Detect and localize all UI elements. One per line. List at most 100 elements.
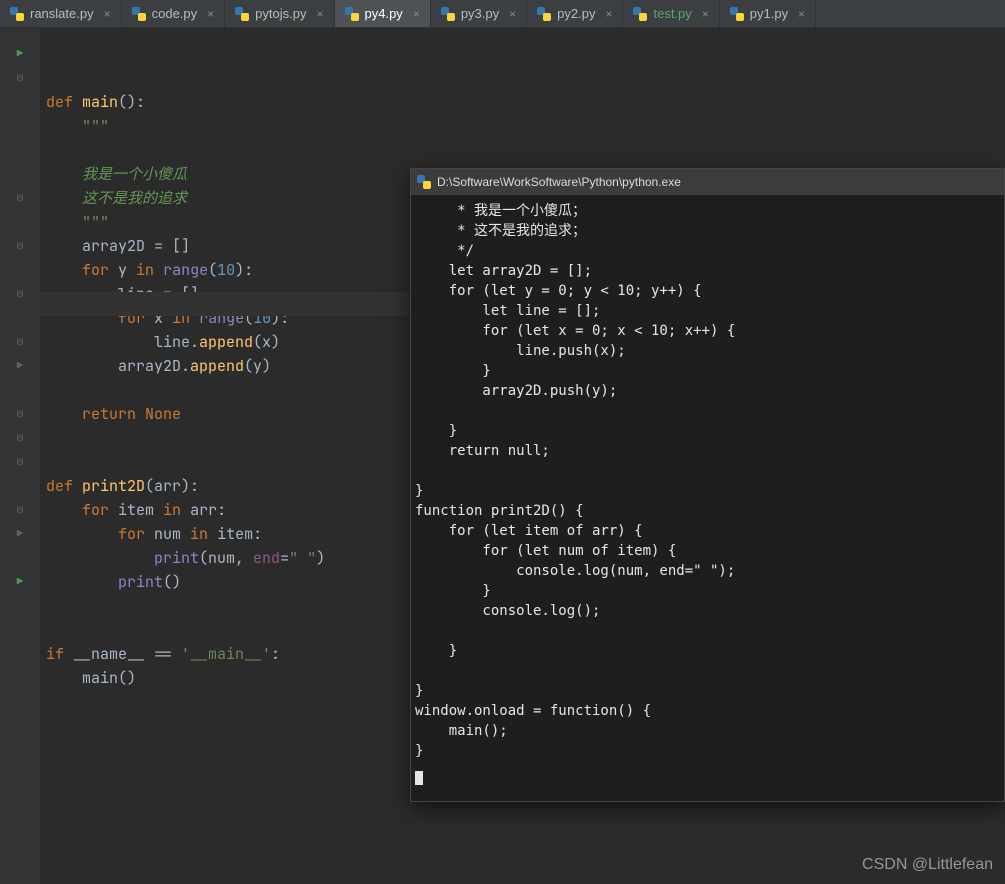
console-titlebar[interactable]: D:\Software\WorkSoftware\Python\python.e… [411, 169, 1004, 195]
fold-closed-icon[interactable]: ▶ [0, 354, 40, 378]
code-token: ) [316, 548, 325, 568]
code-token: : [271, 644, 280, 664]
code-token [46, 572, 118, 592]
close-icon[interactable]: × [207, 7, 214, 21]
fold-icon[interactable]: ⊟ [0, 402, 40, 426]
tab-pytojs[interactable]: pytojs.py × [225, 0, 334, 27]
code-token: ( [208, 260, 217, 280]
python-icon [10, 7, 24, 21]
code-token: main() [46, 668, 136, 688]
fold-end-icon[interactable]: ⊟ [0, 330, 40, 354]
tab-label: test.py [653, 6, 691, 21]
tab-py4[interactable]: py4.py × [335, 0, 431, 27]
code-token: num [154, 524, 190, 544]
gutter: ▶ ⊟ ⊟ ⊟ ⊟ ⊟ ▶ ⊟ ⊟ ⊟ ⊟ ▶ ▶ [0, 28, 40, 884]
fold-closed-icon[interactable]: ▶ [0, 522, 40, 546]
close-icon[interactable]: × [104, 7, 111, 21]
fold-icon[interactable]: ⊟ [0, 66, 40, 90]
code-token: line. [46, 332, 199, 352]
fold-end-icon[interactable]: ⊟ [0, 282, 40, 306]
fold-icon[interactable]: ⊟ [0, 450, 40, 474]
run-icon[interactable]: ▶ [0, 570, 40, 594]
fold-end-icon[interactable]: ⊟ [0, 498, 40, 522]
tab-label: code.py [152, 6, 198, 21]
code-token: ): [235, 260, 253, 280]
tab-py3[interactable]: py3.py × [431, 0, 527, 27]
code-token: print [154, 548, 199, 568]
tab-py2[interactable]: py2.py × [527, 0, 623, 27]
python-icon [537, 7, 551, 21]
close-icon[interactable]: × [702, 7, 709, 21]
code-token: main [82, 92, 118, 112]
code-token: in [136, 260, 163, 280]
console-title: D:\Software\WorkSoftware\Python\python.e… [437, 172, 681, 192]
close-icon[interactable]: × [605, 7, 612, 21]
console-cursor [415, 771, 423, 785]
fold-icon[interactable]: ⊟ [0, 426, 40, 450]
code-token: for [82, 500, 118, 520]
code-token [46, 500, 82, 520]
code-token: for [118, 524, 154, 544]
code-token [46, 548, 154, 568]
close-icon[interactable]: × [413, 7, 420, 21]
python-icon [235, 7, 249, 21]
tab-label: py3.py [461, 6, 499, 21]
code-token: append [190, 356, 244, 376]
code-token: (): [118, 92, 145, 112]
code-token: def [46, 476, 82, 496]
fold-icon[interactable]: ⊟ [0, 234, 40, 258]
python-icon [417, 175, 431, 189]
console-output[interactable]: * 我是一个小傻瓜； * 这不是我的追求； */ let array2D = [… [411, 195, 1004, 767]
close-icon[interactable]: × [509, 7, 516, 21]
code-token: array2D = [] [46, 236, 190, 256]
python-icon [345, 7, 359, 21]
code-token [46, 524, 118, 544]
code-token: range [163, 260, 208, 280]
code-token: """ [46, 212, 109, 232]
python-icon [441, 7, 455, 21]
code-token: () [163, 572, 181, 592]
tab-bar: ranslate.py × code.py × pytojs.py × py4.… [0, 0, 1005, 28]
close-icon[interactable]: × [316, 7, 323, 21]
code-token: 10 [217, 260, 235, 280]
watermark: CSDN @Littlefean [862, 856, 993, 874]
tab-py1[interactable]: py1.py × [720, 0, 816, 27]
code-token: def [46, 92, 82, 112]
run-icon[interactable]: ▶ [0, 42, 40, 66]
code-token: end [253, 548, 280, 568]
tab-label: py2.py [557, 6, 595, 21]
code-token [46, 260, 82, 280]
code-token: """ [46, 116, 109, 136]
python-icon [633, 7, 647, 21]
python-icon [730, 7, 744, 21]
tab-ranslate[interactable]: ranslate.py × [0, 0, 122, 27]
fold-icon[interactable]: ⊟ [0, 186, 40, 210]
code-token: (x) [253, 332, 280, 352]
tab-label: py1.py [750, 6, 788, 21]
code-token: append [199, 332, 253, 352]
code-token: '__main__' [181, 644, 271, 664]
code-token: = [280, 548, 289, 568]
tab-code[interactable]: code.py × [122, 0, 226, 27]
code-token: print [118, 572, 163, 592]
console-window[interactable]: D:\Software\WorkSoftware\Python\python.e… [410, 168, 1005, 802]
code-token: arr: [190, 500, 226, 520]
code-token: item: [217, 524, 262, 544]
code-token: None [145, 404, 181, 424]
tab-label: py4.py [365, 6, 403, 21]
code-token: array2D. [46, 356, 190, 376]
code-token: (num, [199, 548, 253, 568]
close-icon[interactable]: × [798, 7, 805, 21]
code-token: __name__ == [73, 644, 181, 664]
code-token: " " [289, 548, 316, 568]
code-token: for [82, 260, 118, 280]
code-token: (y) [244, 356, 271, 376]
code-token: print2D [82, 476, 145, 496]
tab-test[interactable]: test.py × [623, 0, 719, 27]
code-token: y [118, 260, 136, 280]
tab-label: pytojs.py [255, 6, 306, 21]
code-token: item [118, 500, 163, 520]
tab-label: ranslate.py [30, 6, 94, 21]
python-icon [132, 7, 146, 21]
code-token: if [46, 644, 73, 664]
